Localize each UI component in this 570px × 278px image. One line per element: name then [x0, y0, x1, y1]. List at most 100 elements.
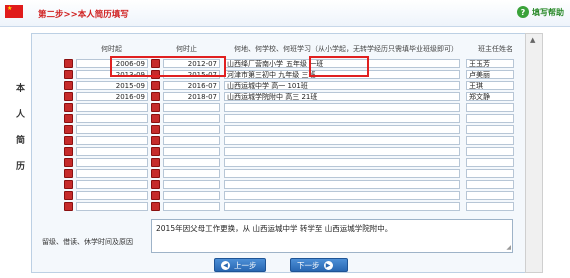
start-calendar-icon[interactable]	[64, 169, 73, 178]
col-teacher-header: 班主任姓名	[478, 45, 513, 53]
teacher-input[interactable]	[466, 191, 514, 200]
teacher-input[interactable]: 王琪	[466, 81, 514, 90]
start-calendar-icon[interactable]	[64, 158, 73, 167]
school-input[interactable]: 山西绛厂营南小学 五年级 一班	[224, 59, 460, 68]
start-calendar-icon[interactable]	[64, 191, 73, 200]
end-date-input[interactable]	[163, 103, 220, 112]
school-input[interactable]: 河津市第三初中 九年级 三班	[224, 70, 460, 79]
end-date-input[interactable]: 2015-07	[163, 70, 220, 79]
end-calendar-icon[interactable]	[151, 191, 160, 200]
scrollbar[interactable]: ▲	[525, 33, 543, 273]
school-text: 山西运城中学 高一 101班	[227, 82, 308, 90]
end-date-input[interactable]	[163, 147, 220, 156]
end-date-input[interactable]	[163, 114, 220, 123]
end-calendar-icon[interactable]	[151, 92, 160, 101]
end-calendar-icon[interactable]	[151, 70, 160, 79]
start-date-input[interactable]	[76, 180, 148, 189]
end-calendar-icon[interactable]	[151, 136, 160, 145]
start-calendar-icon[interactable]	[64, 70, 73, 79]
start-date-input[interactable]	[76, 147, 148, 156]
teacher-input[interactable]	[466, 180, 514, 189]
start-calendar-icon[interactable]	[64, 103, 73, 112]
end-date-input[interactable]	[163, 202, 220, 211]
teacher-input[interactable]	[466, 169, 514, 178]
teacher-input[interactable]	[466, 103, 514, 112]
teacher-input[interactable]: 王玉芳	[466, 59, 514, 68]
end-calendar-icon[interactable]	[151, 59, 160, 68]
end-calendar-icon[interactable]	[151, 169, 160, 178]
school-input[interactable]	[224, 180, 460, 189]
start-calendar-icon[interactable]	[64, 147, 73, 156]
school-input[interactable]	[224, 202, 460, 211]
start-calendar-icon[interactable]	[64, 114, 73, 123]
reason-textarea[interactable]: 2015年因父母工作更换，从 山西运城中学 转学至 山西运城学院附中。 ◢	[151, 219, 513, 253]
start-calendar-icon[interactable]	[64, 125, 73, 134]
start-date-input[interactable]: 2016-09	[76, 92, 148, 101]
end-calendar-icon[interactable]	[151, 81, 160, 90]
start-calendar-icon[interactable]	[64, 180, 73, 189]
class-text: 五年级 一班	[286, 60, 324, 68]
end-date-input[interactable]	[163, 180, 220, 189]
next-label: 下一步	[297, 260, 320, 270]
start-date-input[interactable]	[76, 191, 148, 200]
school-text: 山西绛厂营南小学	[227, 60, 283, 68]
end-date-input[interactable]	[163, 158, 220, 167]
teacher-input[interactable]	[466, 202, 514, 211]
start-calendar-icon[interactable]	[64, 202, 73, 211]
end-calendar-icon[interactable]	[151, 180, 160, 189]
school-input[interactable]	[224, 125, 460, 134]
help-button[interactable]: ? 填写帮助	[517, 5, 564, 19]
start-calendar-icon[interactable]	[64, 59, 73, 68]
start-calendar-icon[interactable]	[64, 81, 73, 90]
school-input[interactable]	[224, 169, 460, 178]
start-date-input[interactable]: 2006-09	[76, 59, 148, 68]
school-input[interactable]: 山西运城学院附中 高三 21班	[224, 92, 460, 101]
school-text: 山西运城学院附中 高三 21班	[227, 93, 318, 101]
teacher-input[interactable]: 卢美丽	[466, 70, 514, 79]
side-label-2: 人	[16, 110, 26, 120]
start-calendar-icon[interactable]	[64, 136, 73, 145]
start-calendar-icon[interactable]	[64, 92, 73, 101]
school-input[interactable]	[224, 191, 460, 200]
end-date-input[interactable]	[163, 125, 220, 134]
school-input[interactable]	[224, 136, 460, 145]
next-button[interactable]: 下一步 ▶	[290, 258, 348, 272]
end-calendar-icon[interactable]	[151, 147, 160, 156]
school-input[interactable]	[224, 114, 460, 123]
start-date-input[interactable]	[76, 103, 148, 112]
teacher-input[interactable]	[466, 125, 514, 134]
start-date-input[interactable]	[76, 169, 148, 178]
end-calendar-icon[interactable]	[151, 125, 160, 134]
end-calendar-icon[interactable]	[151, 202, 160, 211]
resize-handle-icon[interactable]: ◢	[506, 244, 511, 251]
prev-button[interactable]: ◀ 上一步	[214, 258, 266, 272]
teacher-input[interactable]: 郑文静	[466, 92, 514, 101]
end-date-input[interactable]	[163, 169, 220, 178]
reason-text: 2015年因父母工作更换，从 山西运城中学 转学至 山西运城学院附中。	[156, 224, 393, 233]
teacher-input[interactable]	[466, 136, 514, 145]
end-date-input[interactable]	[163, 136, 220, 145]
start-date-input[interactable]	[76, 114, 148, 123]
side-label-3: 简	[16, 136, 26, 146]
start-date-input[interactable]	[76, 158, 148, 167]
end-date-input[interactable]: 2016-07	[163, 81, 220, 90]
end-date-input[interactable]	[163, 191, 220, 200]
end-calendar-icon[interactable]	[151, 158, 160, 167]
start-date-input[interactable]	[76, 136, 148, 145]
start-date-input[interactable]: 2013-09	[76, 70, 148, 79]
end-date-input[interactable]: 2018-07	[163, 92, 220, 101]
end-date-input[interactable]: 2012-07	[163, 59, 220, 68]
school-input[interactable]	[224, 158, 460, 167]
school-input[interactable]	[224, 103, 460, 112]
school-input[interactable]: 山西运城中学 高一 101班	[224, 81, 460, 90]
start-date-input[interactable]	[76, 125, 148, 134]
teacher-input[interactable]	[466, 158, 514, 167]
scroll-up-icon[interactable]: ▲	[530, 36, 535, 44]
end-calendar-icon[interactable]	[151, 103, 160, 112]
start-date-input[interactable]: 2015-09	[76, 81, 148, 90]
teacher-input[interactable]	[466, 147, 514, 156]
end-calendar-icon[interactable]	[151, 114, 160, 123]
school-input[interactable]	[224, 147, 460, 156]
teacher-input[interactable]	[466, 114, 514, 123]
start-date-input[interactable]	[76, 202, 148, 211]
